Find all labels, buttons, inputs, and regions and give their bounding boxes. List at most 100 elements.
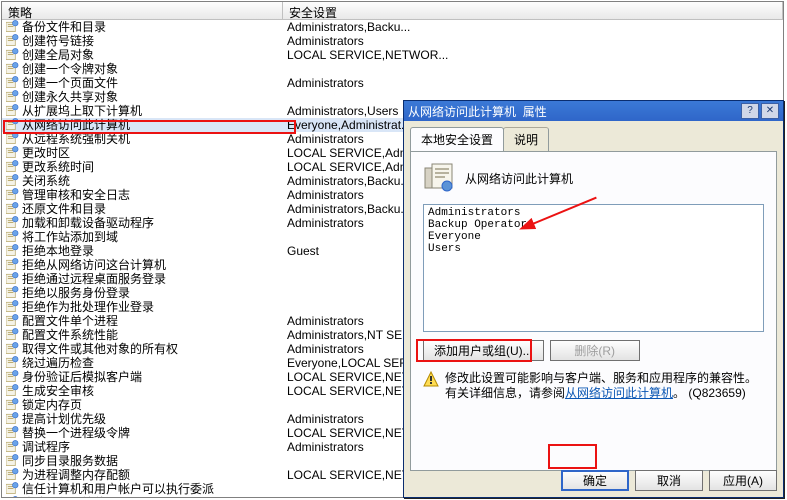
policy-icon bbox=[6, 188, 22, 202]
policy-name: 备份文件和目录 bbox=[22, 20, 106, 34]
policy-icon bbox=[6, 272, 22, 286]
compatibility-note: 修改此设置可能影响与客户端、服务和应用程序的兼容性。 有关详细信息，请参阅从网络… bbox=[423, 371, 764, 401]
column-headers: 策略 安全设置 bbox=[2, 2, 783, 20]
policy-row[interactable]: 备份文件和目录 Administrators,Backu... bbox=[2, 20, 783, 34]
policy-row[interactable]: 创建一个令牌对象 bbox=[2, 62, 783, 76]
policy-icon bbox=[6, 62, 22, 76]
policy-name: 拒绝从网络访问这台计算机 bbox=[22, 258, 166, 272]
policy-icon bbox=[6, 398, 22, 412]
remove-button[interactable]: 删除(R) bbox=[550, 340, 640, 361]
policy-name: 还原文件和目录 bbox=[22, 202, 106, 216]
policy-name: 更改时区 bbox=[22, 146, 70, 160]
policy-name: 创建全局对象 bbox=[22, 48, 94, 62]
policy-name: 配置文件系统性能 bbox=[22, 328, 118, 342]
policy-icon bbox=[6, 342, 22, 356]
close-button[interactable]: ✕ bbox=[761, 103, 779, 119]
policy-value: Administrators bbox=[283, 76, 783, 90]
policy-name: 将工作站添加到域 bbox=[22, 230, 118, 244]
policy-name: 从扩展坞上取下计算机 bbox=[22, 104, 142, 118]
policy-icon bbox=[6, 104, 22, 118]
cancel-button[interactable]: 取消 bbox=[635, 470, 703, 491]
policy-name: 创建符号链接 bbox=[22, 34, 94, 48]
policy-name-label: 从网络访问此计算机 bbox=[465, 170, 573, 187]
policy-name: 拒绝本地登录 bbox=[22, 244, 94, 258]
policy-row[interactable]: 创建一个页面文件 Administrators bbox=[2, 76, 783, 90]
policy-name: 管理审核和安全日志 bbox=[22, 188, 130, 202]
tab-explain[interactable]: 说明 bbox=[503, 127, 549, 151]
policy-name: 提高计划优先级 bbox=[22, 412, 106, 426]
policy-name: 身份验证后模拟客户端 bbox=[22, 370, 142, 384]
help-button[interactable]: ? bbox=[741, 103, 759, 119]
policy-icon bbox=[6, 440, 22, 454]
policy-icon bbox=[6, 384, 22, 398]
dialog-buttons: 确定 取消 应用(A) bbox=[561, 470, 777, 491]
policy-icon bbox=[6, 454, 22, 468]
policy-icon bbox=[6, 426, 22, 440]
add-user-group-button[interactable]: 添加用户或组(U)... bbox=[423, 340, 544, 361]
policy-name: 更改系统时间 bbox=[22, 160, 94, 174]
policy-icon bbox=[6, 202, 22, 216]
policy-icon bbox=[6, 34, 22, 48]
policy-icon bbox=[6, 146, 22, 160]
policy-row[interactable]: 创建符号链接 Administrators bbox=[2, 34, 783, 48]
policy-icon bbox=[6, 328, 22, 342]
policy-name: 配置文件单个进程 bbox=[22, 314, 118, 328]
tab-panel: 从网络访问此计算机 Administrators Backup Operator… bbox=[410, 151, 777, 471]
policy-icon bbox=[6, 76, 22, 90]
policy-value bbox=[283, 62, 783, 76]
policy-name: 为进程调整内存配额 bbox=[22, 468, 130, 482]
policy-icon bbox=[6, 286, 22, 300]
policy-name: 加载和卸载设备驱动程序 bbox=[22, 216, 154, 230]
policy-name: 从远程系统强制关机 bbox=[22, 132, 130, 146]
policy-name: 拒绝以服务身份登录 bbox=[22, 286, 130, 300]
kb-link[interactable]: 从网络访问此计算机 bbox=[565, 386, 673, 400]
policy-name: 同步目录服务数据 bbox=[22, 454, 118, 468]
policy-icon bbox=[6, 216, 22, 230]
policy-value: Administrators bbox=[283, 34, 783, 48]
policy-icon bbox=[6, 90, 22, 104]
policy-icon bbox=[6, 20, 22, 34]
policy-name: 取得文件或其他对象的所有权 bbox=[22, 342, 178, 356]
policy-icon bbox=[6, 132, 22, 146]
policy-icon bbox=[6, 244, 22, 258]
policy-icon bbox=[6, 370, 22, 384]
policy-icon bbox=[6, 300, 22, 314]
policy-icon bbox=[6, 258, 22, 272]
ok-button[interactable]: 确定 bbox=[561, 470, 629, 491]
policy-icon bbox=[6, 160, 22, 174]
policy-name: 锁定内存页 bbox=[22, 398, 82, 412]
policy-name: 拒绝作为批处理作业登录 bbox=[22, 300, 154, 314]
policy-name: 修改固件环境值 bbox=[22, 496, 106, 498]
policy-icon bbox=[6, 468, 22, 482]
tab-strip: 本地安全设置 说明 bbox=[410, 127, 777, 151]
policy-name: 绕过遍历检查 bbox=[22, 356, 94, 370]
header-policy[interactable]: 策略 bbox=[2, 2, 283, 19]
policy-name: 关闭系统 bbox=[22, 174, 70, 188]
policy-name: 替换一个进程级令牌 bbox=[22, 426, 130, 440]
policy-icon bbox=[6, 230, 22, 244]
policy-name: 从网络访问此计算机 bbox=[22, 118, 130, 132]
apply-button[interactable]: 应用(A) bbox=[709, 470, 777, 491]
policy-name: 创建永久共享对象 bbox=[22, 90, 118, 104]
policy-name: 拒绝通过远程桌面服务登录 bbox=[22, 272, 166, 286]
tab-local-security[interactable]: 本地安全设置 bbox=[410, 127, 504, 151]
policy-name: 调试程序 bbox=[22, 440, 70, 454]
policy-icon bbox=[6, 48, 22, 62]
member-buttons: 添加用户或组(U)... 删除(R) bbox=[423, 340, 764, 361]
policy-name: 信任计算机和用户帐户可以执行委派 bbox=[22, 482, 214, 496]
header-security[interactable]: 安全设置 bbox=[283, 2, 783, 19]
policy-value: Administrators,Backu... bbox=[283, 20, 783, 34]
policy-header: 从网络访问此计算机 bbox=[423, 162, 764, 194]
policy-icon bbox=[6, 496, 22, 498]
titlebar-buttons: ? ✕ bbox=[741, 103, 779, 119]
dialog-title: 从网络访问此计算机 属性 bbox=[408, 103, 547, 120]
policy-row[interactable]: 创建全局对象 LOCAL SERVICE,NETWOR... bbox=[2, 48, 783, 62]
properties-dialog: 从网络访问此计算机 属性 ? ✕ 本地安全设置 说明 从网络访问此计算机 Adm… bbox=[403, 100, 784, 498]
policy-name: 创建一个页面文件 bbox=[22, 76, 118, 90]
policy-icon bbox=[423, 162, 455, 194]
policy-icon bbox=[6, 482, 22, 496]
dialog-titlebar[interactable]: 从网络访问此计算机 属性 ? ✕ bbox=[404, 101, 783, 121]
policy-value: LOCAL SERVICE,NETWOR... bbox=[283, 48, 783, 62]
members-listbox[interactable]: Administrators Backup Operators Everyone… bbox=[423, 204, 764, 332]
policy-icon bbox=[6, 118, 22, 132]
